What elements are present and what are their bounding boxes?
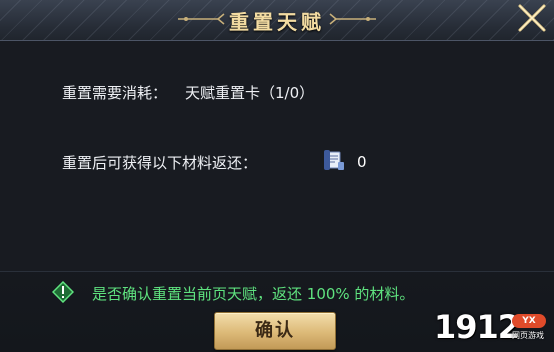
cost-row: 重置需要消耗： 天赋重置卡（1/0） [62,82,314,103]
reset-talent-dialog: 重置天赋 重置需要消耗： 天赋重置卡（1/0） 重置后可获得以下材料返还： 0 是… [0,0,554,352]
cost-label: 重置需要消耗： [62,84,168,102]
refund-label: 重置后可获得以下材料返还： [62,154,258,172]
refund-row: 重置后可获得以下材料返还： [62,152,257,173]
watermark-logo: 1912 YX 网页游戏 [434,308,546,346]
confirm-button[interactable]: 确认 [214,312,336,350]
title-right-ornament-icon [329,13,376,25]
confirm-message: 是否确认重置当前页天赋，返还 100% 的材料。 [92,285,415,303]
warning-diamond-icon [52,281,74,303]
watermark-subtitle: 网页游戏 [512,331,544,340]
cost-item: 天赋重置卡（1/0） [185,84,315,102]
close-x-icon[interactable] [516,2,548,34]
dialog-header: 重置天赋 [0,0,554,41]
dialog-title: 重置天赋 [229,10,325,34]
watermark-number: 1912 [434,308,520,346]
scroll-icon [324,150,344,170]
refund-count: 0 [357,153,367,171]
watermark-badge: YX [512,314,546,328]
